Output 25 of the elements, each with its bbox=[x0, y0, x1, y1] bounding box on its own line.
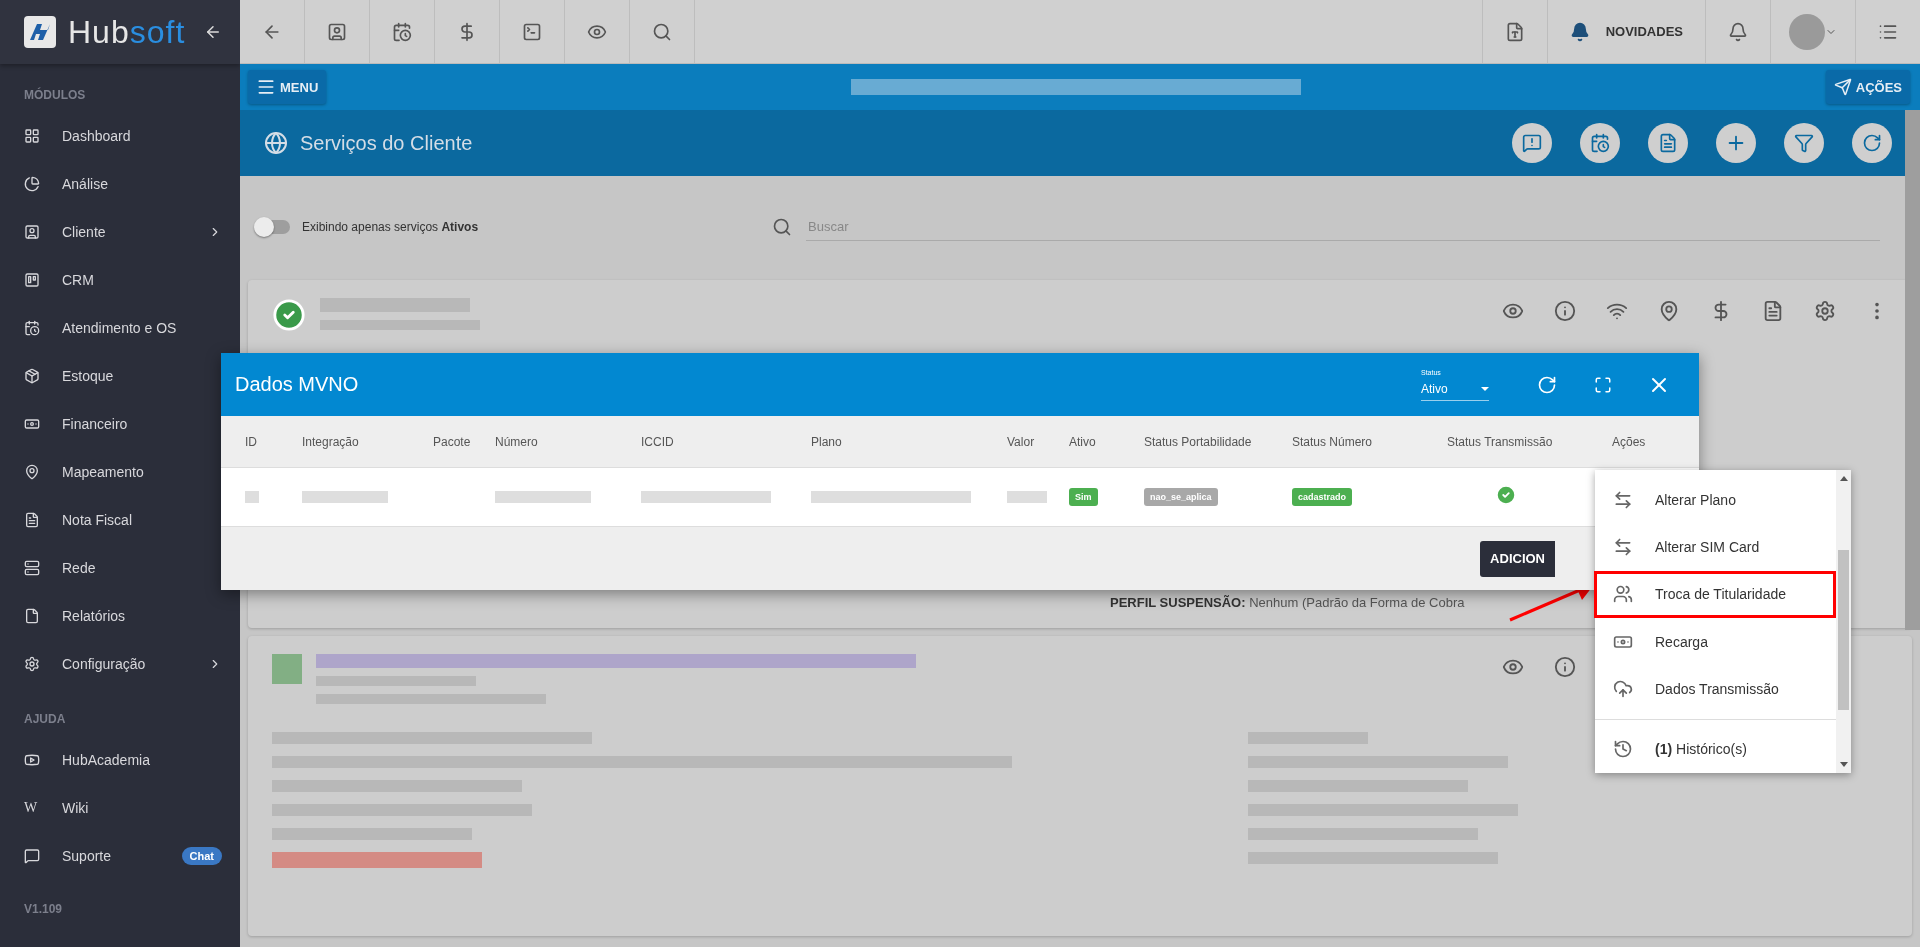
logo-text: Hubsoft bbox=[68, 13, 187, 51]
version-text: V1.109 bbox=[23, 901, 64, 918]
column-header: Plano bbox=[811, 434, 843, 449]
column-header: Valor bbox=[1007, 434, 1036, 449]
portability-tag: nao_se_aplica bbox=[1144, 488, 1218, 506]
column-header: ICCID bbox=[641, 434, 675, 449]
section-title: MÓDULOS bbox=[23, 86, 87, 104]
column-header: Status Transmissão bbox=[1447, 434, 1554, 449]
column-header: Status Número bbox=[1292, 434, 1374, 449]
column-header: ID bbox=[245, 434, 258, 449]
number-status-tag: cadastrado bbox=[1292, 488, 1353, 506]
modal-title: Dados MVNO bbox=[235, 373, 360, 396]
column-header: Integração bbox=[302, 434, 360, 449]
column-header: Número bbox=[495, 434, 539, 449]
suspension-profile-text: PERFIL SUSPENSÃO: Nenhum (Padrão da Forma de Cobra bbox=[1110, 595, 1466, 610]
wiki-icon: W bbox=[24, 800, 40, 816]
chat-badge: Chat bbox=[181, 847, 222, 865]
section-title: AJUDA bbox=[23, 711, 67, 728]
column-header: Pacote bbox=[433, 434, 472, 449]
toggle-label: Exibindo apenas serviços Ativos bbox=[302, 220, 480, 234]
active-tag: Sim bbox=[1069, 488, 1098, 506]
column-header: Ações bbox=[1612, 434, 1647, 449]
page-title: Serviços do Cliente bbox=[300, 131, 474, 155]
column-header: Ativo bbox=[1069, 434, 1097, 449]
column-header: Status Portabilidade bbox=[1144, 434, 1253, 449]
